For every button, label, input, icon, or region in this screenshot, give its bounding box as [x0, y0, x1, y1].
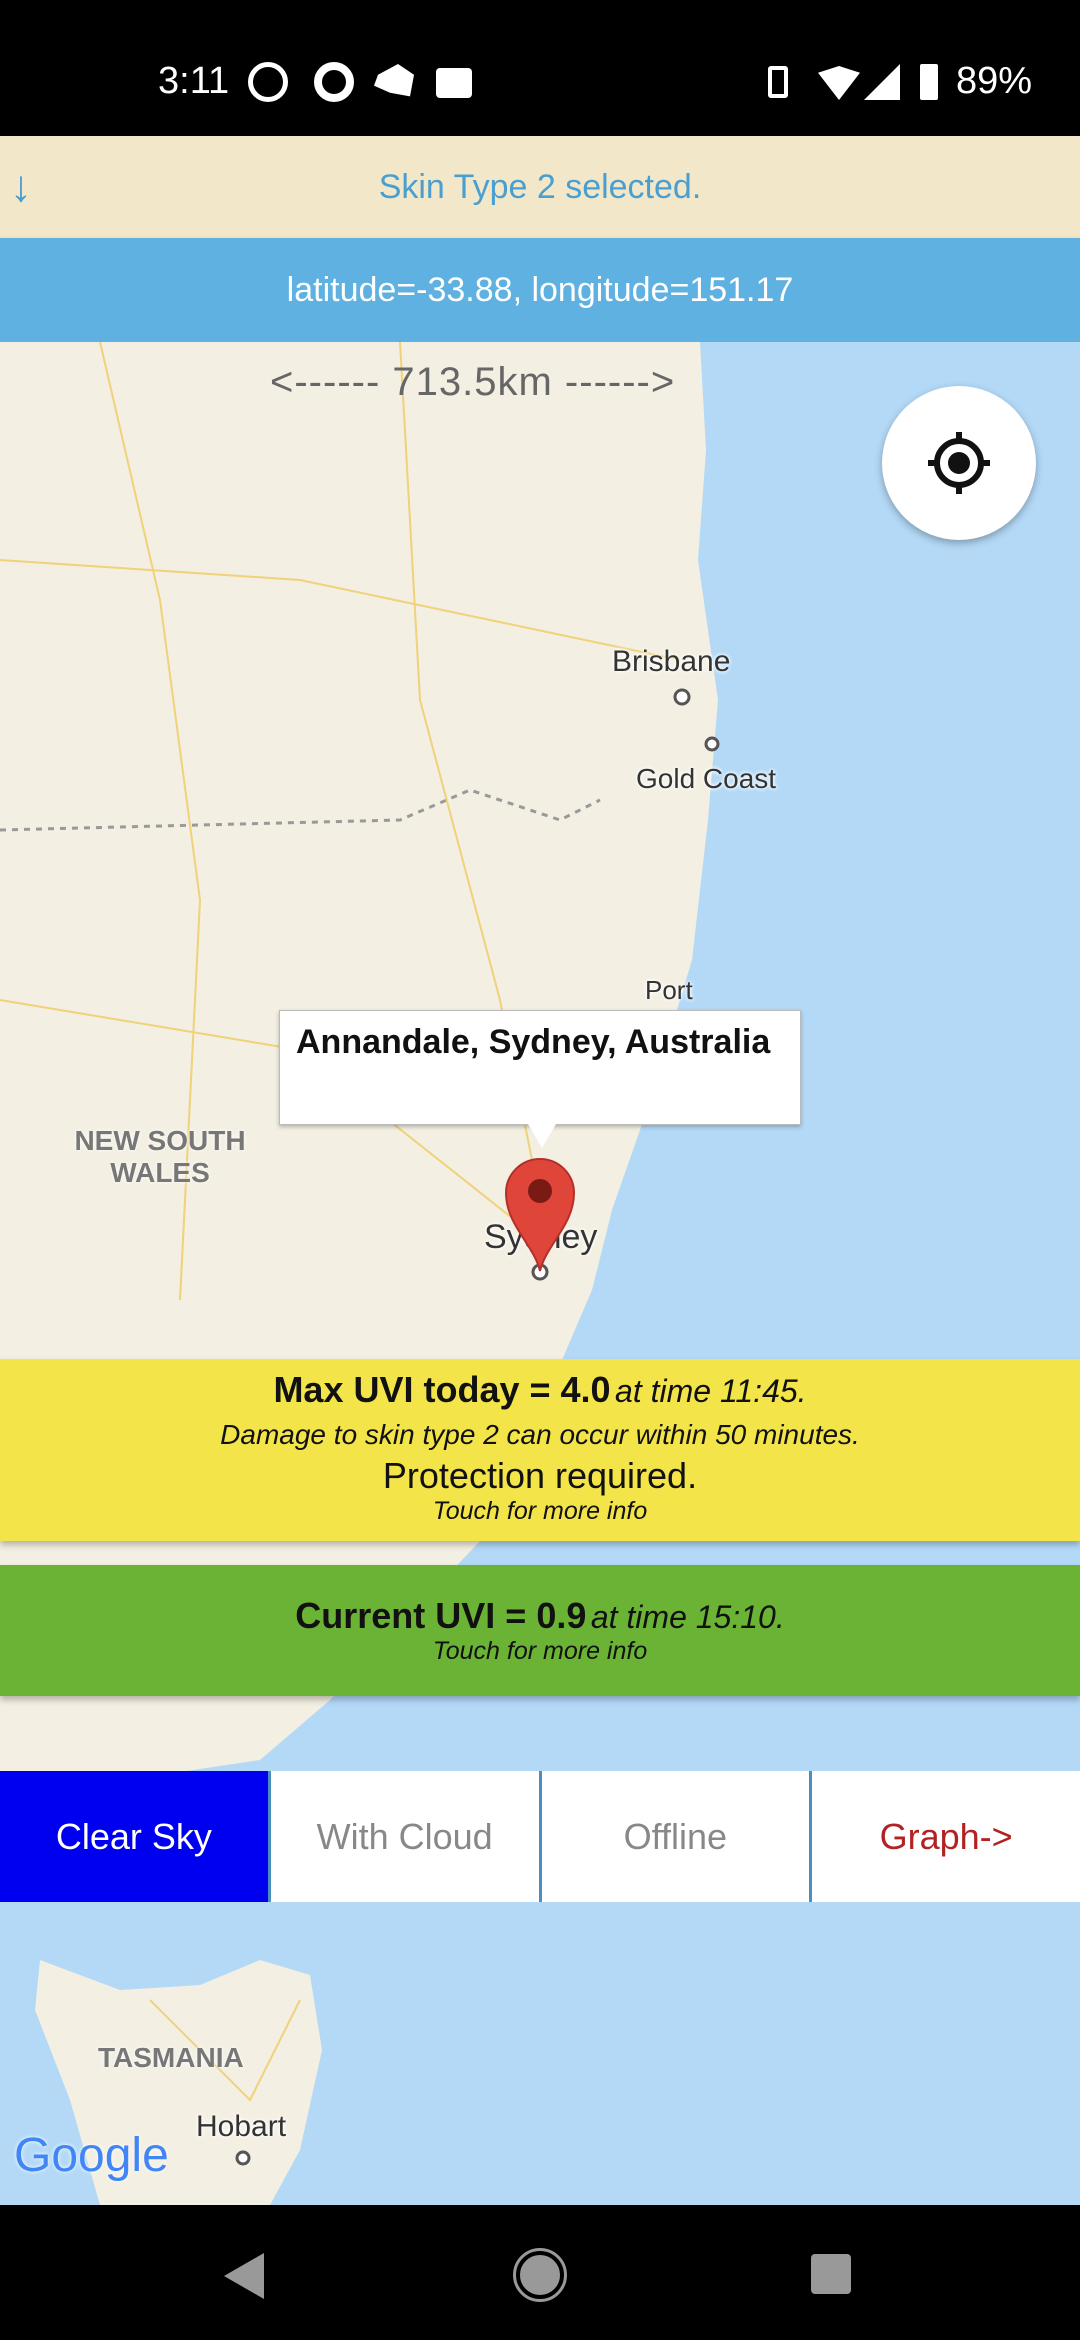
- with-cloud-button[interactable]: With Cloud: [267, 1771, 539, 1902]
- signal-icon: [864, 64, 900, 100]
- arrow-down-icon[interactable]: ↓: [10, 136, 32, 238]
- chrome-icon: [314, 62, 354, 102]
- label-nsw-line1: NEW SOUTH: [74, 1125, 246, 1156]
- skin-type-text: Skin Type 2 selected.: [378, 168, 702, 206]
- recents-icon[interactable]: [811, 2254, 851, 2294]
- damage-text: Damage to skin type 2 can occur within 5…: [220, 1419, 860, 1450]
- offline-button[interactable]: Offline: [538, 1771, 810, 1902]
- map-scale: <------ 713.5km ------>: [270, 360, 676, 404]
- label-port: Port: [645, 975, 693, 1005]
- current-uv-hint: Touch for more info: [432, 1637, 648, 1665]
- battery-icon: [920, 64, 938, 100]
- ge-icon: [436, 68, 472, 98]
- label-nsw: NEW SOUTH WALES: [60, 1125, 260, 1189]
- crosshair-icon: [928, 432, 990, 494]
- skin-type-banner[interactable]: ↓ Skin Type 2 selected.: [0, 136, 1080, 238]
- label-brisbane: Brisbane: [612, 645, 731, 678]
- my-location-button[interactable]: [882, 386, 1036, 540]
- max-uv-hint: Touch for more info: [432, 1497, 648, 1525]
- home-icon[interactable]: [513, 2248, 567, 2302]
- label-tasmania: TASMANIA: [98, 2042, 244, 2073]
- clear-sky-button[interactable]: Clear Sky: [0, 1771, 268, 1902]
- max-uv-panel[interactable]: Max UVI today = 4.0 at time 11:45. Damag…: [0, 1359, 1080, 1541]
- google-logo: Google: [14, 2129, 169, 2182]
- info-window[interactable]: Annandale, Sydney, Australia: [279, 1010, 801, 1125]
- wifi-icon: [818, 66, 860, 100]
- current-uv-value: Current UVI = 0.9: [295, 1595, 587, 1636]
- protection-text: Protection required.: [382, 1455, 698, 1496]
- max-uv-time: at time 11:45.: [615, 1373, 807, 1409]
- mode-buttons: Clear Sky With Cloud Offline Graph->: [0, 1771, 1080, 1902]
- hobart-dot: [235, 2150, 251, 2166]
- status-bar: 3:11 89%: [0, 0, 1080, 136]
- max-uv-value: Max UVI today = 4.0: [273, 1369, 611, 1410]
- map[interactable]: [0, 342, 1080, 2205]
- back-icon[interactable]: [224, 2253, 264, 2299]
- australia-news-icon: [374, 64, 414, 97]
- g-icon: [248, 62, 288, 102]
- graph-button[interactable]: Graph->: [809, 1771, 1080, 1902]
- info-window-title: Annandale, Sydney, Australia: [296, 1023, 771, 1061]
- vibrate-icon: [768, 66, 788, 98]
- max-uv-line: Max UVI today = 4.0 at time 11:45.: [0, 1369, 1080, 1411]
- label-nsw-line2: WALES: [110, 1157, 210, 1188]
- info-window-pointer: [528, 1124, 556, 1148]
- battery-percent: 89%: [955, 60, 1032, 102]
- current-uv-time: at time 15:10.: [590, 1599, 785, 1635]
- current-uv-panel[interactable]: Current UVI = 0.9 at time 15:10. Touch f…: [0, 1565, 1080, 1696]
- location-pin-icon[interactable]: [504, 1155, 576, 1273]
- clock: 3:11: [158, 60, 230, 102]
- brisbane-dot: [673, 688, 691, 706]
- label-gold-coast: Gold Coast: [636, 763, 777, 794]
- current-uv-line: Current UVI = 0.9 at time 15:10.: [0, 1595, 1080, 1637]
- gold-coast-dot: [704, 736, 720, 752]
- label-hobart: Hobart: [196, 2110, 287, 2143]
- coordinates-text: latitude=-33.88, longitude=151.17: [286, 271, 794, 309]
- navigation-bar: [0, 2205, 1080, 2340]
- location-bar: latitude=-33.88, longitude=151.17: [0, 238, 1080, 342]
